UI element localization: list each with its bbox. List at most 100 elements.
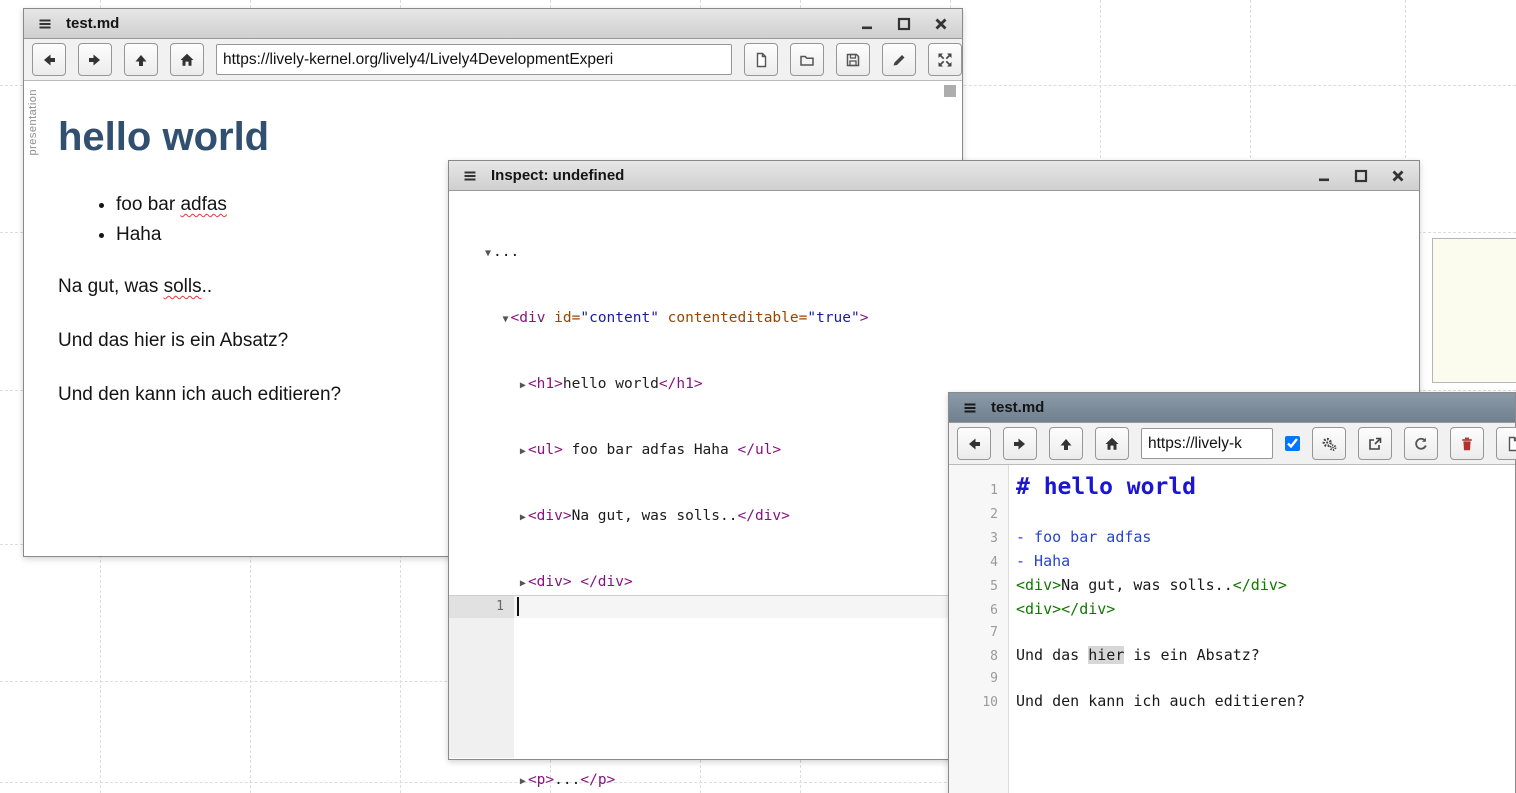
save-icon xyxy=(845,52,861,68)
titlebar[interactable]: Inspect: undefined xyxy=(449,161,1419,191)
close-button[interactable] xyxy=(930,13,952,35)
maximize-icon xyxy=(1353,168,1369,184)
heading-hello-world: hello world xyxy=(58,115,938,160)
home-button[interactable] xyxy=(1095,427,1129,460)
open-external-button[interactable] xyxy=(1358,427,1392,460)
code-line: 5 <div>Na gut, was solls..</div> xyxy=(949,574,1515,598)
code-line: 1 # hello world xyxy=(949,470,1515,504)
back-arrow-icon xyxy=(41,52,57,68)
external-link-icon xyxy=(1367,436,1383,452)
maximize-button[interactable] xyxy=(1350,165,1372,187)
tree-line[interactable]: ▼<div id="content" contenteditable="true… xyxy=(485,307,1419,329)
line-number: 3 xyxy=(949,528,1009,550)
home-icon xyxy=(1104,436,1120,452)
back-button[interactable] xyxy=(957,427,991,460)
window-menu-button[interactable] xyxy=(34,13,56,35)
hamburger-icon xyxy=(962,400,978,416)
minimize-icon xyxy=(1316,168,1332,184)
window-controls xyxy=(1313,165,1409,187)
maximize-button[interactable] xyxy=(893,13,915,35)
code-line: 2 xyxy=(949,504,1515,526)
hamburger-icon xyxy=(462,168,478,184)
close-icon xyxy=(933,16,949,32)
code-text[interactable]: Und den kann ich auch editieren? xyxy=(1009,690,1305,712)
window-markdown-editor: test.md 1 xyxy=(948,392,1516,793)
code-line: 3 - foo bar adfas xyxy=(949,526,1515,550)
trash-icon xyxy=(1459,436,1475,452)
background-window-fragment xyxy=(1432,238,1516,383)
forward-arrow-icon xyxy=(1012,436,1028,452)
line-number: 5 xyxy=(949,576,1009,598)
code-text[interactable]: - foo bar adfas xyxy=(1009,526,1151,548)
text-cursor xyxy=(517,597,519,616)
forward-button[interactable] xyxy=(78,43,112,76)
file-icon xyxy=(753,52,769,68)
close-button[interactable] xyxy=(1387,165,1409,187)
delete-button[interactable] xyxy=(1450,427,1484,460)
window-menu-button[interactable] xyxy=(459,165,481,187)
tree-line[interactable]: ▼... xyxy=(485,241,1419,263)
expand-icon xyxy=(937,52,953,68)
forward-button[interactable] xyxy=(1003,427,1037,460)
source-code-editor[interactable]: 1 # hello world 2 3 - foo bar adfas 4 - … xyxy=(949,465,1515,793)
line-number: 7 xyxy=(949,622,1009,644)
code-text[interactable]: # hello world xyxy=(1009,470,1196,504)
reload-button[interactable] xyxy=(1404,427,1438,460)
window-menu-button[interactable] xyxy=(959,397,981,419)
refresh-icon xyxy=(1413,436,1429,452)
pencil-icon xyxy=(891,52,907,68)
line-number: 1 xyxy=(949,480,1009,502)
code-text[interactable]: - Haha xyxy=(1009,550,1070,572)
window-title: Inspect: undefined xyxy=(491,167,624,184)
titlebar[interactable]: test.md xyxy=(24,9,962,39)
line-number: 4 xyxy=(949,552,1009,574)
line-number: 1 xyxy=(449,596,514,618)
code-text[interactable]: <div>Na gut, was solls..</div> xyxy=(1009,574,1287,596)
window-controls xyxy=(856,13,952,35)
up-button[interactable] xyxy=(124,43,158,76)
line-number: 6 xyxy=(949,600,1009,622)
navigation-toolbar xyxy=(949,423,1515,465)
code-line: 10 Und den kann ich auch editieren? xyxy=(949,690,1515,714)
minimize-button[interactable] xyxy=(1313,165,1335,187)
edit-button[interactable] xyxy=(882,43,916,76)
back-arrow-icon xyxy=(966,436,982,452)
presentation-label: presentation xyxy=(27,89,39,156)
save-button[interactable] xyxy=(836,43,870,76)
settings-button[interactable] xyxy=(1312,427,1346,460)
line-number: 2 xyxy=(949,504,1009,526)
forward-arrow-icon xyxy=(87,52,103,68)
home-button[interactable] xyxy=(170,43,204,76)
code-line: 8 Und das hier is ein Absatz? xyxy=(949,644,1515,668)
up-arrow-icon xyxy=(1058,436,1074,452)
line-number: 9 xyxy=(949,668,1009,690)
home-icon xyxy=(179,52,195,68)
code-line: 6 <div></div> xyxy=(949,598,1515,622)
close-icon xyxy=(1390,168,1406,184)
window-title: test.md xyxy=(66,15,119,32)
url-input[interactable] xyxy=(1141,428,1273,459)
new-file-button[interactable] xyxy=(744,43,778,76)
new-file-button[interactable] xyxy=(1496,427,1516,460)
folder-button[interactable] xyxy=(790,43,824,76)
scrollbar-thumb[interactable] xyxy=(944,85,956,97)
line-number: 8 xyxy=(949,646,1009,668)
url-input[interactable] xyxy=(216,44,732,75)
maximize-icon xyxy=(896,16,912,32)
code-text[interactable]: Und das hier is ein Absatz? xyxy=(1009,644,1260,666)
gears-icon xyxy=(1321,436,1337,452)
navigation-toolbar xyxy=(24,39,962,81)
up-arrow-icon xyxy=(133,52,149,68)
hamburger-icon xyxy=(37,16,53,32)
back-button[interactable] xyxy=(32,43,66,76)
code-text[interactable]: <div></div> xyxy=(1009,598,1115,620)
window-title: test.md xyxy=(991,399,1044,416)
file-icon xyxy=(1505,436,1516,452)
auto-update-checkbox[interactable] xyxy=(1285,436,1300,451)
fullscreen-button[interactable] xyxy=(928,43,962,76)
line-number: 10 xyxy=(949,692,1009,714)
titlebar[interactable]: test.md xyxy=(949,393,1515,423)
minimize-button[interactable] xyxy=(856,13,878,35)
code-line: 9 xyxy=(949,668,1515,690)
up-button[interactable] xyxy=(1049,427,1083,460)
